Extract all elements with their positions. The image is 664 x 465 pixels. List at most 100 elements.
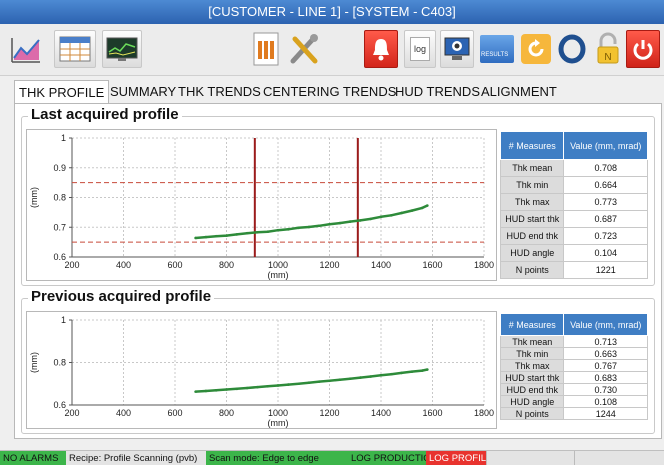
series-point	[420, 206, 424, 210]
y-tick-label: 0.6	[53, 400, 66, 410]
last-profile-table: # Measures Value (mm, mrad) Thk mean 0.70…	[499, 131, 648, 279]
refresh-button[interactable]	[518, 30, 554, 68]
series-point	[297, 382, 300, 386]
camera-monitor-button[interactable]	[440, 30, 474, 68]
x-tick-label: 200	[64, 260, 79, 270]
last-profile-title: Last acquired profile	[28, 106, 182, 123]
measure-value: 0.687	[563, 210, 648, 228]
line-chart-button[interactable]	[8, 30, 44, 68]
series-point	[390, 214, 393, 217]
measure-name: HUD start thk	[499, 210, 565, 228]
previous-profile-chart: 200 400 600 800 1000 1200 1400 1600 1800 0.6 0.8 1 (…	[26, 311, 497, 429]
measure-value: 0.683	[563, 371, 648, 384]
previous-profile-chart-svg: 200 400 600 800 1000 1200 1400 1600 1800 0.6 0.8 1 (…	[29, 315, 494, 428]
measure-name: Thk min	[499, 176, 565, 194]
x-tick-label: 1600	[422, 408, 442, 418]
series-point	[245, 231, 249, 235]
tools-button[interactable]	[286, 30, 322, 68]
tab-thk-profile[interactable]: THK PROFILE	[14, 80, 110, 104]
tab-thk-trends[interactable]: THK TRENDS	[174, 80, 265, 104]
tab-centering-trends[interactable]: CENTERING TRENDS	[259, 80, 400, 104]
measure-value: 1244	[563, 407, 648, 420]
status-log-production[interactable]: LOG PRODUCTION	[348, 451, 426, 465]
x-tick-label: 800	[219, 260, 234, 270]
last-profile-panel: Last acquired profile 200 400 600 800 1000 12…	[21, 106, 655, 286]
tab-alignment[interactable]: ALIGNMENT	[477, 80, 561, 104]
series-point	[225, 388, 228, 391]
table-row: Thk min 0.663	[499, 347, 648, 360]
x-tick-label: 1400	[371, 408, 391, 418]
results-button[interactable]: RESULTS	[478, 30, 516, 68]
series-point	[338, 378, 342, 382]
y-axis-label: (mm)	[29, 352, 39, 373]
ring-button[interactable]	[554, 30, 590, 68]
measure-name: N points	[499, 407, 565, 420]
toolbar: log RESULTS N	[0, 24, 664, 76]
line-chart-icon	[11, 38, 40, 63]
measures-header: # Measures	[499, 313, 565, 336]
tab-content-thk-profile: Last acquired profile 200 400 600 800 1000 12…	[14, 103, 662, 439]
status-empty-1	[486, 451, 574, 465]
series-point	[194, 390, 197, 393]
series-point	[338, 221, 342, 225]
y-tick-label: 0.8	[53, 193, 66, 203]
status-empty-2	[574, 451, 664, 465]
last-profile-chart-svg: 200 400 600 800 1000 1200 1400 1600 1800 0.6 0.7 0.…	[29, 133, 494, 280]
series-point	[276, 384, 280, 387]
series-point	[426, 204, 429, 207]
power-icon	[633, 40, 653, 60]
y-tick-label: 0.6	[53, 252, 66, 262]
measure-value: 0.713	[563, 335, 648, 348]
series-point	[400, 211, 403, 215]
svg-text:N: N	[604, 52, 611, 63]
measure-name: Thk max	[499, 193, 565, 211]
series-point	[256, 385, 259, 389]
log-icon: log	[409, 37, 430, 61]
alarm-button[interactable]	[364, 30, 398, 68]
series-point	[410, 370, 414, 373]
y-tick-label: 0.9	[53, 163, 66, 173]
table-row: HUD angle 0.104	[499, 244, 648, 262]
x-tick-label: 1400	[371, 260, 391, 270]
measure-name: Thk max	[499, 359, 565, 372]
report-icon	[253, 32, 279, 66]
measure-name: Thk min	[499, 347, 565, 360]
refresh-icon	[521, 34, 551, 64]
measure-value: 0.664	[563, 176, 648, 194]
series-point	[194, 236, 197, 240]
series-point	[235, 233, 239, 236]
table-row: Thk max 0.773	[499, 193, 648, 211]
measure-value: 0.773	[563, 193, 648, 211]
table-icon	[59, 36, 91, 62]
series-point	[297, 226, 300, 230]
table-row: Thk max 0.767	[499, 359, 648, 372]
x-tick-label: 400	[116, 408, 131, 418]
lock-button[interactable]: N	[590, 30, 626, 68]
measure-name: N points	[499, 261, 565, 279]
tab-hud-trends[interactable]: HUD TRENDS	[391, 80, 484, 104]
y-tick-label: 1	[61, 133, 66, 143]
window-title: [CUSTOMER - LINE 1] - [SYSTEM - C403]	[0, 0, 664, 24]
series-point	[204, 389, 208, 393]
status-log-profile[interactable]: LOG PROFILE	[426, 451, 486, 465]
series-point	[317, 380, 321, 383]
x-tick-label: 1000	[268, 408, 288, 418]
tab-summary[interactable]: SUMMARY	[106, 80, 180, 104]
report-button[interactable]	[248, 30, 284, 68]
status-recipe: Recipe: Profile Scanning (pvb)	[66, 451, 206, 465]
monitor-trend-button[interactable]	[102, 30, 142, 68]
log-button[interactable]: log	[404, 30, 436, 68]
ring-icon	[558, 34, 586, 64]
series-point	[390, 372, 393, 376]
table-button[interactable]	[54, 30, 96, 68]
x-tick-label: 1600	[422, 260, 442, 270]
measure-name: HUD end thk	[499, 383, 565, 396]
series-point	[307, 225, 311, 229]
measure-value: 0.108	[563, 395, 648, 408]
series-point	[214, 389, 218, 392]
power-button[interactable]	[626, 30, 660, 68]
table-row: N points 1244	[499, 407, 648, 420]
status-alarms: NO ALARMS	[0, 451, 66, 465]
measure-name: HUD end thk	[499, 227, 565, 245]
series-point	[369, 217, 373, 221]
